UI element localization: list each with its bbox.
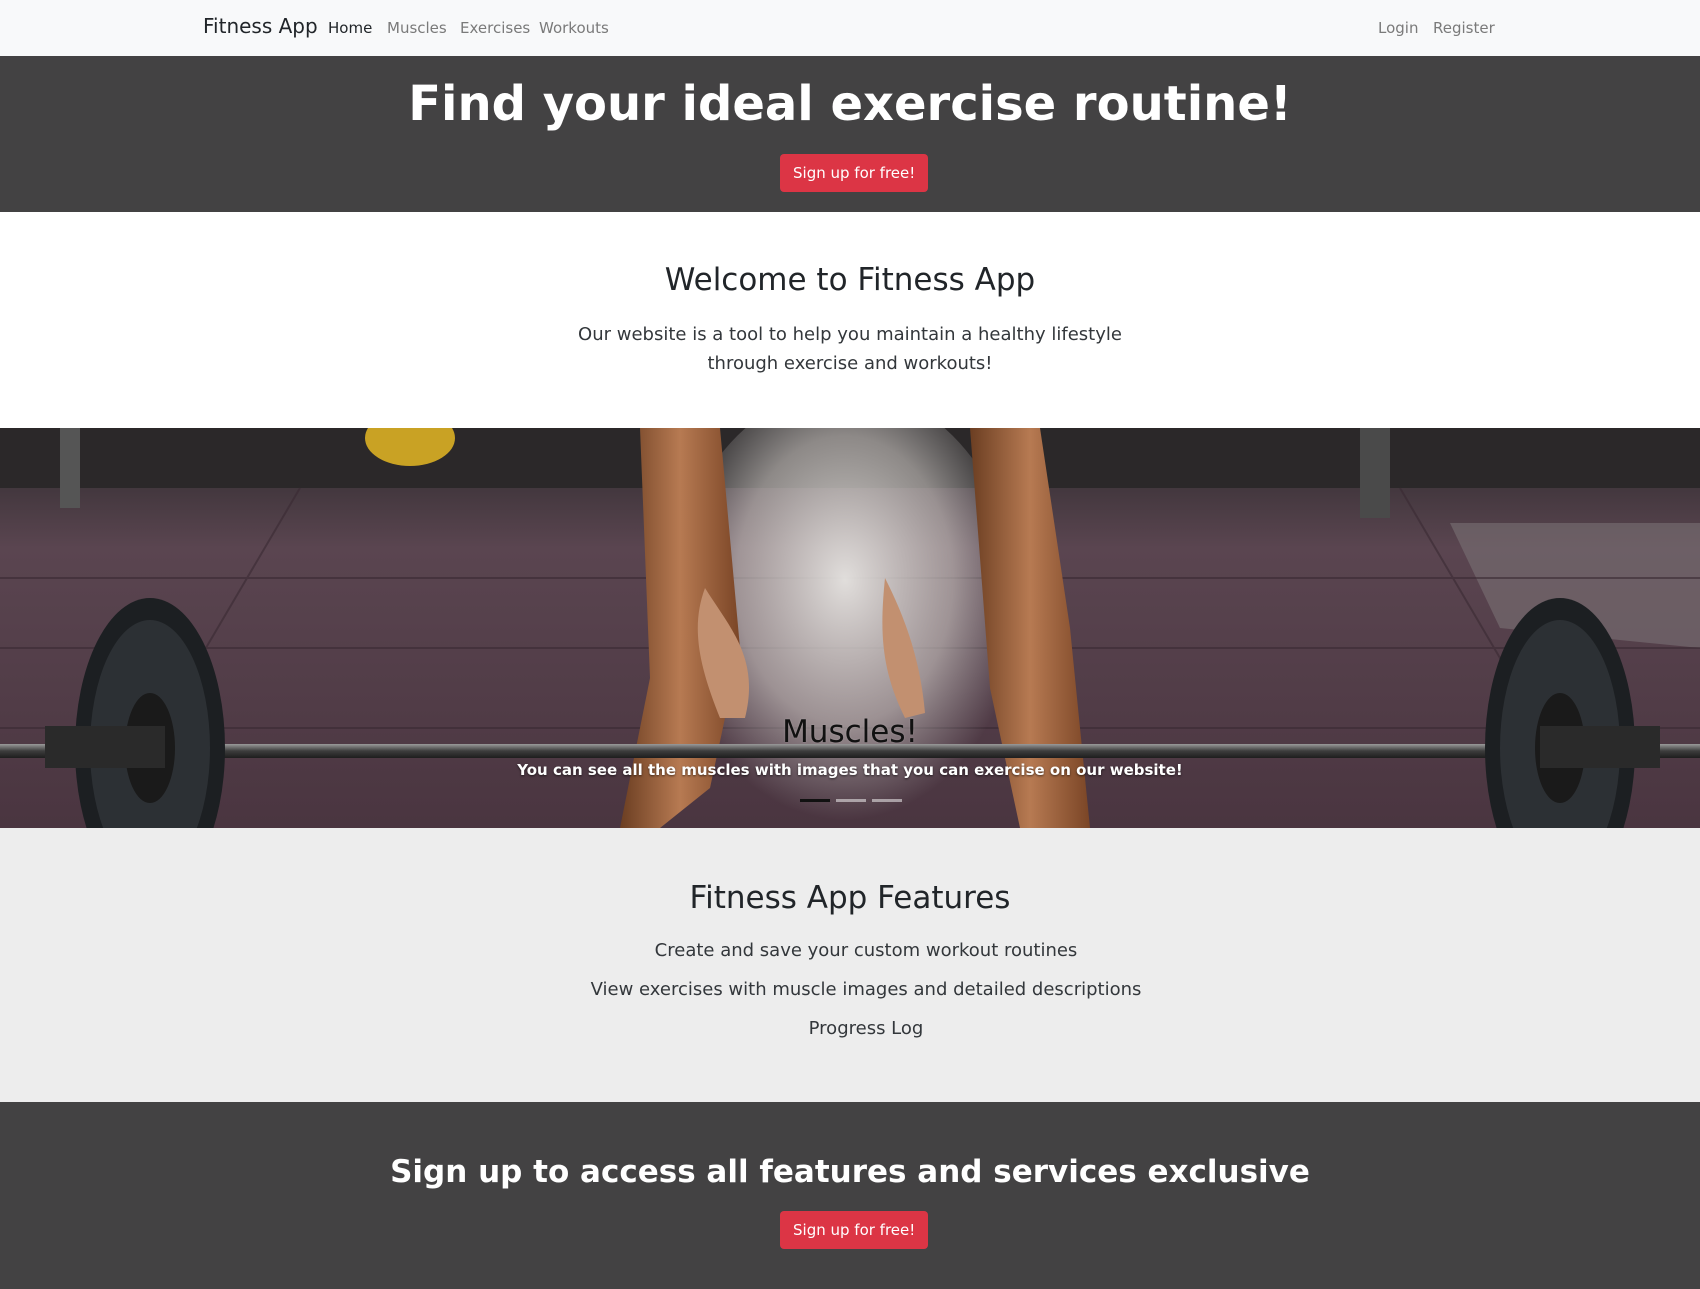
welcome-text: Our website is a tool to help you mainta…: [578, 324, 1122, 374]
nav-register[interactable]: Register: [1433, 19, 1495, 37]
hero-section: Find your ideal exercise routine! Sign u…: [0, 56, 1700, 212]
feature-item: View exercises with muscle images and de…: [590, 979, 1142, 1000]
nav-login[interactable]: Login: [1378, 19, 1418, 37]
nav-muscles[interactable]: Muscles: [387, 19, 447, 37]
cta-signup-button[interactable]: Sign up for free!: [780, 1211, 929, 1249]
carousel-indicator-2[interactable]: [836, 799, 866, 802]
carousel-caption-title: Muscles!: [782, 714, 918, 750]
welcome-title: Welcome to Fitness App: [664, 262, 1036, 298]
nav-workouts[interactable]: Workouts: [539, 19, 609, 37]
features-section: Fitness App Features Create and save you…: [0, 828, 1700, 1102]
nav-home[interactable]: Home: [328, 19, 372, 37]
features-title: Fitness App Features: [689, 880, 1011, 916]
hero-title: Find your ideal exercise routine!: [408, 76, 1292, 132]
carousel-indicator-3[interactable]: [872, 799, 902, 802]
hero-signup-button[interactable]: Sign up for free!: [780, 154, 929, 192]
nav-exercises[interactable]: Exercises: [460, 19, 530, 37]
image-carousel[interactable]: Muscles! You can see all the muscles wit…: [0, 428, 1700, 828]
feature-item: Create and save your custom workout rout…: [654, 940, 1078, 961]
carousel-caption-text: You can see all the muscles with images …: [517, 761, 1183, 779]
top-navbar: Fitness App Home Muscles Exercises Worko…: [0, 0, 1700, 56]
cta-title: Sign up to access all features and servi…: [390, 1154, 1310, 1190]
carousel-indicator-1[interactable]: [800, 799, 830, 802]
welcome-section: Welcome to Fitness App Our website is a …: [0, 212, 1700, 428]
feature-item: Progress Log: [808, 1018, 924, 1039]
signup-cta-section: Sign up to access all features and servi…: [0, 1102, 1700, 1289]
brand-link[interactable]: Fitness App: [203, 14, 318, 38]
